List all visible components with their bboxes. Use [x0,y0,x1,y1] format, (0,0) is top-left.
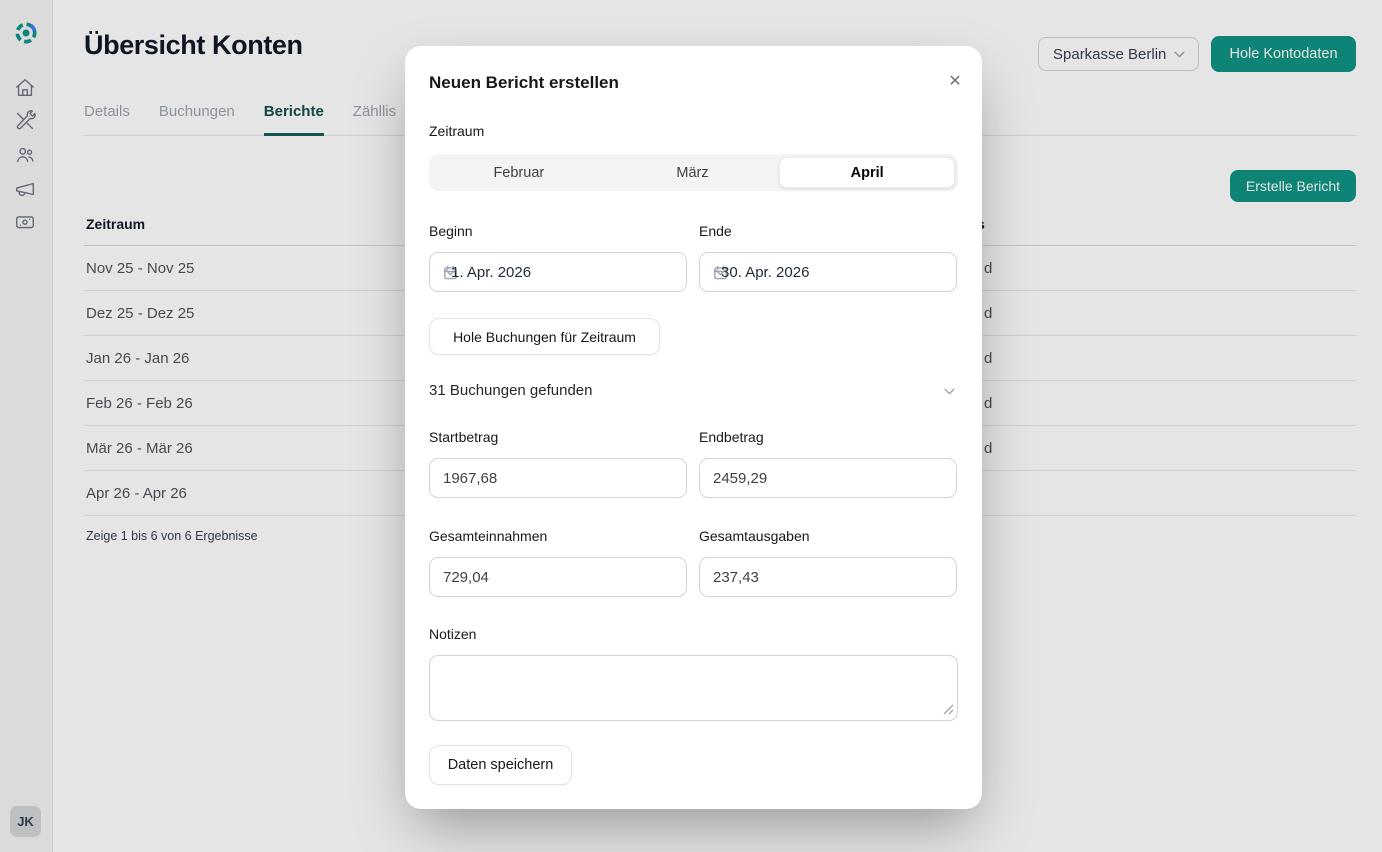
endbetrag-label: Endbetrag [699,429,764,445]
gesamtausgaben-label: Gesamtausgaben [699,528,810,544]
gesamteinnahmen-label: Gesamteinnahmen [429,528,547,544]
gesamtausgaben-input[interactable] [699,557,957,597]
chevron-down-icon [442,264,459,281]
startbetrag-label: Startbetrag [429,429,498,445]
month-tab-april[interactable]: April [779,157,955,188]
month-tab-maerz[interactable]: März [606,157,780,188]
beginn-date-select[interactable]: 1. Apr. 2026 [429,252,687,292]
ende-date-select[interactable]: 30. Apr. 2026 [699,252,957,292]
bookings-found-text: 31 Buchungen gefunden [429,382,592,399]
notizen-textarea[interactable] [429,655,958,721]
zeitraum-label: Zeitraum [429,123,484,139]
startbetrag-input[interactable] [429,458,687,498]
chevron-down-icon[interactable] [941,383,958,400]
beginn-label: Beginn [429,223,473,239]
create-report-modal: Neuen Bericht erstellen ✕ Zeitraum Febru… [405,46,982,809]
month-segmented-control: Februar März April [429,154,958,191]
chevron-down-icon [712,264,729,281]
ende-label: Ende [699,223,732,239]
bookings-found-row: 31 Buchungen gefunden [429,382,958,402]
gesamteinnahmen-input[interactable] [429,557,687,597]
notizen-label: Notizen [429,626,476,642]
modal-title: Neuen Bericht erstellen [429,73,619,93]
beginn-date-value: 1. Apr. 2026 [451,264,531,281]
close-icon[interactable]: ✕ [944,70,966,92]
fetch-bookings-button[interactable]: Hole Buchungen für Zeitraum [429,318,660,355]
month-tab-februar[interactable]: Februar [432,157,606,188]
ende-date-value: 30. Apr. 2026 [721,264,809,281]
app-window: JK Übersicht Konten Sparkasse Berlin Hol… [0,0,1382,852]
save-data-button[interactable]: Daten speichern [429,745,572,785]
endbetrag-input[interactable] [699,458,957,498]
